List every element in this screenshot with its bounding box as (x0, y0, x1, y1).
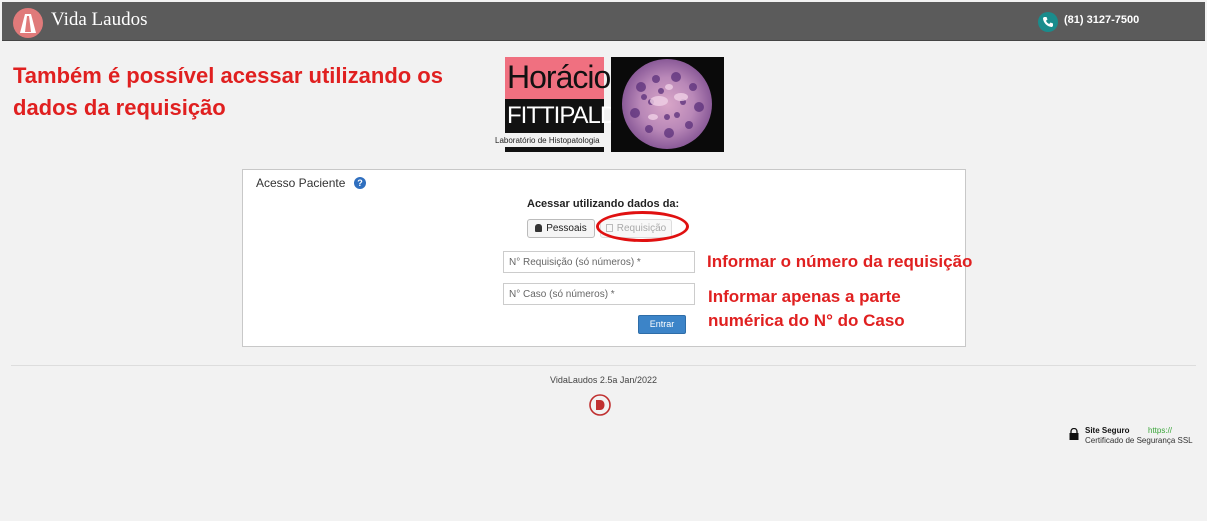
road-icon[interactable] (13, 8, 43, 38)
annotation-requisition: Informar o número da requisição (707, 252, 973, 271)
phone-icon (1038, 12, 1058, 32)
annotation-main: Também é possível acessar utilizando os … (13, 63, 443, 120)
personal-data-button[interactable]: Pessoais (527, 219, 595, 238)
case-number-input[interactable] (503, 283, 695, 305)
version-text: VidaLaudos 2.5a Jan/2022 (550, 375, 657, 385)
submit-button[interactable]: Entrar (638, 315, 686, 334)
logo-subtitle: Laboratório de Histopatologia (495, 136, 600, 145)
panel-title: Acesso Paciente (256, 176, 346, 190)
developer-logo-icon[interactable] (589, 394, 611, 416)
ssl-https: https:// (1148, 426, 1173, 435)
logo-line1: Horácio (507, 59, 611, 95)
app-title[interactable]: Vida Laudos (51, 9, 147, 31)
ssl-subtitle: Certificado de Segurança SSL (1085, 436, 1193, 445)
phone-number: (81) 3127-7500 (1064, 14, 1140, 26)
annotation-case: Informar apenas a parte numérica do N° d… (708, 287, 905, 330)
highlight-ellipse (596, 211, 689, 242)
lab-logo: Horácio FITTIPALDI Laboratório de Histop… (493, 57, 623, 152)
user-icon (535, 224, 543, 232)
help-icon[interactable]: ? (354, 177, 366, 189)
top-navbar: Vida Laudos (81) 3127-7500 (2, 2, 1205, 41)
access-mode-label: Acessar utilizando dados da: (527, 198, 680, 210)
requisition-number-input[interactable] (503, 251, 695, 273)
histology-image (611, 57, 724, 152)
logo-bar (505, 147, 604, 152)
personal-data-label: Pessoais (546, 223, 587, 234)
lock-icon (1069, 428, 1079, 440)
footer-divider (11, 365, 1196, 366)
ssl-title: Site Seguro (1085, 426, 1130, 435)
logo-line2: FITTIPALDI (507, 102, 623, 129)
